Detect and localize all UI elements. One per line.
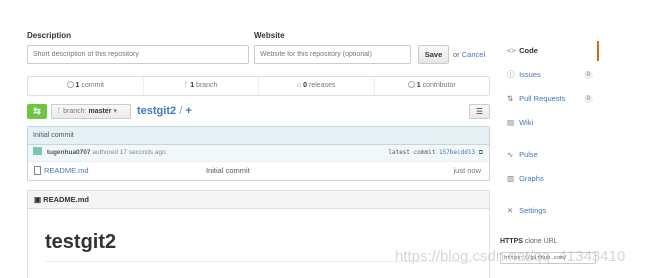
file-commit-message[interactable]: Initial commit <box>206 162 250 180</box>
commit-sha[interactable]: 157becdd13 <box>439 149 475 156</box>
add-file-button[interactable]: + <box>185 105 191 117</box>
breadcrumb: testgit2 / + <box>137 105 192 117</box>
issues-counter: 0 <box>583 71 593 79</box>
file-name[interactable]: README.md <box>44 166 89 175</box>
graphs-icon: ▥ <box>507 174 515 183</box>
wiki-icon: ▤ <box>507 118 515 127</box>
sidebar-item-pull-requests[interactable]: ⇅ Pull Requests 0 <box>499 89 599 109</box>
compare-icon: ⇆ <box>33 106 41 116</box>
file-listing: Initial commit tugenhua0707 authored 17 … <box>27 126 490 181</box>
compare-button[interactable]: ⇆ <box>27 104 47 119</box>
description-input[interactable] <box>27 45 249 64</box>
sidebar-item-code[interactable]: <> Code <box>499 41 599 61</box>
description-label: Description <box>27 31 72 40</box>
clone-label: HTTPS clone URL <box>500 238 558 245</box>
sidebar-item-settings[interactable]: ✕ Settings <box>499 201 599 221</box>
website-input[interactable] <box>254 45 411 64</box>
list-view-button[interactable]: ☰ <box>469 104 490 119</box>
stat-releases[interactable]: ⌂ 0 releases <box>258 77 374 95</box>
code-icon: <> <box>507 46 516 55</box>
branch-icon: ᚴ <box>57 108 62 115</box>
commit-author[interactable]: tugenhua0707 <box>47 149 91 156</box>
readme-heading: testgit2 <box>45 231 117 253</box>
or-text: or <box>453 50 460 59</box>
avatar[interactable] <box>33 147 42 155</box>
book-icon: ▣ <box>34 195 44 204</box>
website-label: Website <box>254 31 285 40</box>
readme-filename: README.md <box>43 195 90 204</box>
pull-request-icon: ⇅ <box>507 94 514 103</box>
sidebar-item-wiki[interactable]: ▤ Wiki <box>499 113 599 133</box>
sidebar-item-graphs[interactable]: ▥ Graphs <box>499 169 599 189</box>
sidebar-item-pulse[interactable]: ∿ Pulse <box>499 145 599 165</box>
save-button[interactable]: Save <box>418 45 449 64</box>
pull-requests-counter: 0 <box>583 95 593 103</box>
repo-link[interactable]: testgit2 <box>137 105 176 117</box>
table-row: README.md Initial commit just now <box>28 162 489 180</box>
settings-icon: ✕ <box>507 206 514 215</box>
stat-branches[interactable]: ᚴ 1 branch <box>142 77 259 95</box>
commit-meta: tugenhua0707 authored 17 seconds ago lat… <box>28 145 489 162</box>
sidebar-item-issues[interactable]: ⓘ Issues 0 <box>499 65 599 85</box>
pulse-icon: ∿ <box>507 150 514 159</box>
repo-stats: 1 commit ᚴ 1 branch ⌂ 0 releases 1 contr… <box>27 76 490 96</box>
issues-icon: ⓘ <box>507 70 515 79</box>
stat-contributors[interactable]: 1 contributor <box>373 77 490 95</box>
file-icon <box>34 166 41 175</box>
contributor-icon <box>407 81 415 88</box>
chevron-down-icon: ▾ <box>113 108 117 115</box>
stat-commits[interactable]: 1 commit <box>28 77 143 95</box>
clipboard-icon[interactable]: ⧉ <box>479 149 483 156</box>
cancel-link[interactable]: Cancel <box>462 50 485 59</box>
branch-selector[interactable]: ᚴ branch: master ▾ <box>51 104 131 119</box>
watermark: https://blog.csdn.net/qq_41343410 <box>395 248 626 265</box>
commit-message[interactable]: Initial commit <box>28 127 489 145</box>
file-age: just now <box>453 166 481 175</box>
list-icon: ☰ <box>475 107 484 116</box>
commit-icon <box>66 81 74 88</box>
